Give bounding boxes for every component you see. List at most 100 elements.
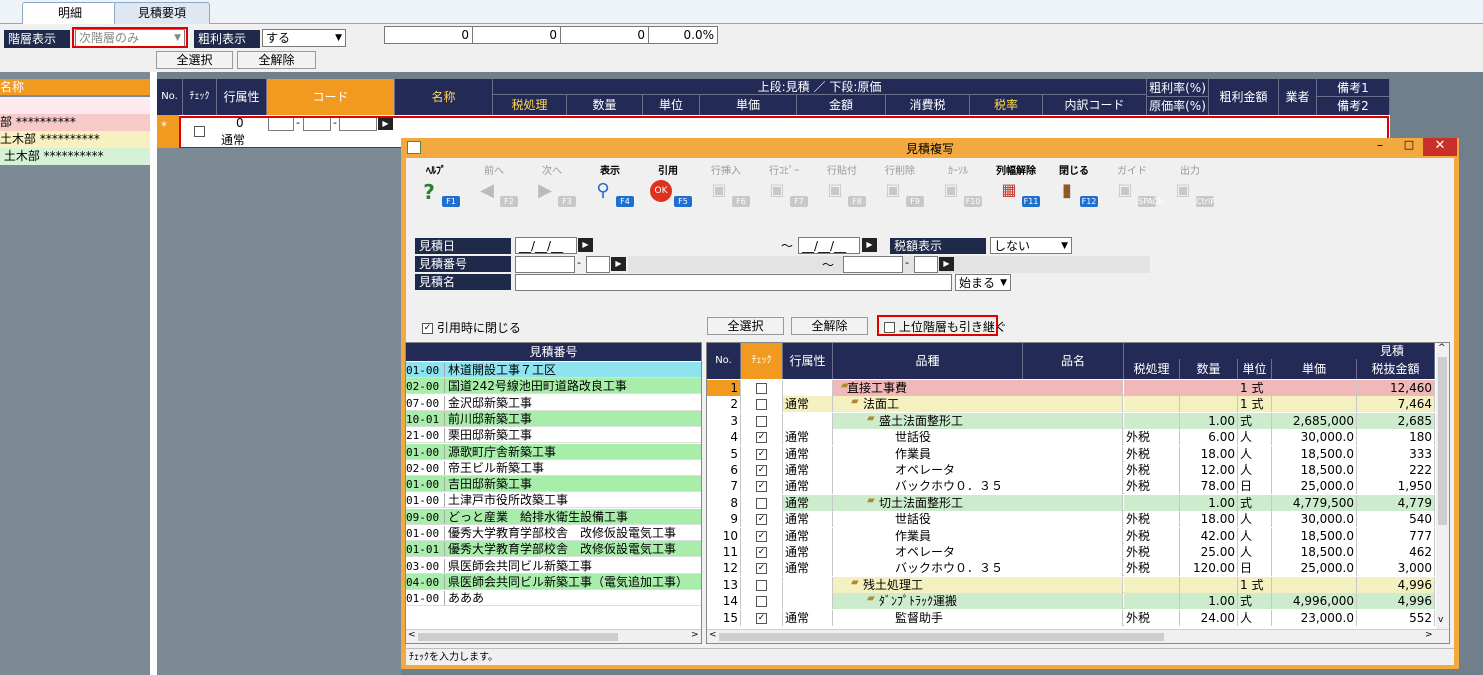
detail-row[interactable]: 5 通常 作業員 外税 18.00 人 18,500.0 333 ✓: [707, 445, 1435, 462]
toolbar-guide-button[interactable]: ガイド ▣ SPACE: [1104, 166, 1163, 210]
tab-estimate-terms[interactable]: 見積要項: [114, 2, 210, 24]
tree-item[interactable]: 部 **********: [0, 114, 150, 131]
estimate-list-item[interactable]: 01-00 あああ: [406, 590, 701, 607]
estimate-list-item[interactable]: 01-00 源歌町庁舎新築工事: [406, 443, 701, 460]
estimate-list-item[interactable]: 01-00 吉田邸新築工事: [406, 476, 701, 493]
profit-select[interactable]: する ▼: [262, 29, 346, 47]
toolbar-close-door-button[interactable]: 閉じる ▮ F12: [1046, 166, 1102, 210]
toolbar-help-button[interactable]: ﾍﾙﾌﾟ? F1: [408, 166, 464, 210]
estimate-list-item[interactable]: 09-00 どっと産業 給排水衛生設備工事: [406, 508, 701, 525]
detail-row[interactable]: 14 ﾀﾞﾝﾌﾟﾄﾗｯｸ運搬 1.00 式 4,996,000 4,996 ▰: [707, 593, 1435, 610]
date-to-field[interactable]: __/__/__: [798, 237, 860, 254]
toolbar-arrow-left-button[interactable]: 前へ ◀ F2: [466, 166, 522, 210]
minimize-icon[interactable]: –: [1365, 138, 1395, 156]
scroll-thumb[interactable]: [1438, 357, 1447, 525]
toolbar-column-width-button[interactable]: 列幅解除 ▦ F11: [988, 166, 1044, 210]
detail-row[interactable]: 6 通常 オペレータ 外税 12.00 人 18,500.0 222 ✓: [707, 462, 1435, 478]
estimate-list-hscroll[interactable]: < >: [406, 629, 701, 643]
detail-row[interactable]: 2 通常 法面工 1 式 7,464 ▰: [707, 396, 1435, 413]
detail-row[interactable]: 4 通常 世話役 外税 6.00 人 30,000.0 180 ✓: [707, 429, 1435, 446]
detail-row[interactable]: 8 通常 切土法面整形工 1.00 式 4,779,500 4,779 ▰: [707, 494, 1435, 511]
tab-detail[interactable]: 明細: [22, 2, 118, 24]
detail-checkbox[interactable]: ✓: [741, 429, 783, 446]
detail-checkbox[interactable]: [741, 494, 783, 511]
detail-row[interactable]: 15 通常 監督助手 外税 24.00 人 23,000.0 552 ✓: [707, 609, 1435, 626]
estimate-list-item[interactable]: 02-00 国道242号線池田町道路改良工事: [406, 378, 701, 395]
detail-checkbox[interactable]: ✓: [741, 527, 783, 544]
estimate-list-item[interactable]: 04-00 県医師会共同ビル新築工事（電気追加工事）: [406, 573, 701, 590]
estimate-list-item[interactable]: 10-01 前川邸新築工事: [406, 410, 701, 427]
dialog-select-all-button[interactable]: 全選択: [707, 317, 784, 335]
detail-row[interactable]: 13 残土処理工 1 式 4,996 ▰: [707, 576, 1435, 593]
detail-row[interactable]: 1 直接工事費 1 式 12,460 ▰: [707, 380, 1435, 396]
scroll-left-icon[interactable]: <: [408, 630, 416, 640]
tax-display-select[interactable]: しない ▼: [990, 237, 1072, 254]
scroll-thumb[interactable]: [418, 633, 618, 641]
detail-checkbox[interactable]: ✓: [741, 560, 783, 577]
detail-row[interactable]: 3 盛土法面整形工 1.00 式 2,685,000 2,685 ▰: [707, 412, 1435, 429]
col-code[interactable]: コード: [267, 79, 395, 115]
detail-row[interactable]: 12 通常 バックホウ０．３５ 外税 120.00 日 25,000.0 3,000 ✓: [707, 560, 1435, 577]
detail-row[interactable]: 7 通常 バックホウ０．３５ 外税 78.00 日 25,000.0 1,950 ✓: [707, 478, 1435, 495]
toolbar-ok-button[interactable]: 引用 OK F5: [640, 166, 696, 210]
detail-checkbox[interactable]: ✓: [741, 445, 783, 462]
number-from-field[interactable]: [515, 256, 575, 273]
toolbar-copy-row-button[interactable]: 行ｺﾋﾟｰ ▣ F7: [756, 166, 812, 210]
toolbar-arrow-right-button[interactable]: 次へ ▶ F3: [524, 166, 580, 210]
tree-item[interactable]: 土木部 **********: [0, 131, 150, 148]
detail-col-check[interactable]: ﾁｪｯｸ: [741, 343, 783, 379]
lookup-icon[interactable]: ▶: [939, 257, 954, 271]
toolbar-output-button[interactable]: 出力 ▣ CtrlP: [1162, 166, 1218, 210]
date-from-field[interactable]: __/__/__: [515, 237, 577, 254]
estimate-list-item[interactable]: 21-00 栗田邸新築工事: [406, 427, 701, 444]
col-name[interactable]: 名称: [395, 79, 493, 115]
scroll-right-icon[interactable]: >: [691, 630, 699, 640]
splitter[interactable]: [150, 72, 157, 675]
toolbar-insert-row-button[interactable]: 行挿入 ▣ F6: [698, 166, 754, 210]
detail-row[interactable]: 10 通常 作業員 外税 42.00 人 18,500.0 777 ✓: [707, 527, 1435, 544]
estimate-list-item[interactable]: 03-00 県医師会共同ビル新築工事: [406, 557, 701, 574]
calendar-icon[interactable]: ▶: [578, 238, 593, 252]
detail-checkbox[interactable]: ✓: [741, 478, 783, 495]
estimate-list-item[interactable]: 01-00 林道開設工事７工区: [406, 362, 701, 378]
scroll-left-icon[interactable]: <: [709, 630, 717, 640]
estimate-list-item[interactable]: 01-01 優秀大学教育学部校舎 改修仮設電気工事: [406, 541, 701, 558]
detail-checkbox[interactable]: [741, 380, 783, 396]
scroll-thumb[interactable]: [719, 633, 1164, 641]
estimate-list-item[interactable]: 01-00 優秀大学教育学部校舎 改修仮設電気工事: [406, 525, 701, 541]
name-match-select[interactable]: 始まる ▼: [955, 274, 1011, 291]
scroll-right-icon[interactable]: >: [1425, 630, 1433, 640]
detail-checkbox[interactable]: ✓: [741, 609, 783, 626]
estimate-name-field[interactable]: [515, 274, 952, 291]
detail-vscroll[interactable]: ^ v: [1436, 343, 1449, 629]
deselect-all-button[interactable]: 全解除: [237, 51, 316, 69]
estimate-list-item[interactable]: 07-00 金沢邸新築工事: [406, 394, 701, 411]
detail-hscroll[interactable]: < >: [707, 629, 1449, 643]
detail-row[interactable]: 11 通常 オペレータ 外税 25.00 人 18,500.0 462 ✓: [707, 544, 1435, 560]
dialog-deselect-all-button[interactable]: 全解除: [791, 317, 868, 335]
estimate-list-item[interactable]: 01-00 土津戸市役所改築工事: [406, 492, 701, 509]
close-on-quote-checkbox[interactable]: ✓ 引用時に閉じる: [422, 319, 521, 336]
detail-checkbox[interactable]: [741, 396, 783, 413]
tree-item[interactable]: [0, 97, 150, 114]
detail-checkbox[interactable]: [741, 593, 783, 610]
number-from-branch[interactable]: [586, 256, 610, 273]
detail-checkbox[interactable]: ✓: [741, 544, 783, 560]
close-icon[interactable]: ✕: [1423, 138, 1457, 156]
detail-checkbox[interactable]: [741, 576, 783, 593]
select-all-button[interactable]: 全選択: [156, 51, 233, 69]
toolbar-delete-row-button[interactable]: 行削除 ▣ F9: [872, 166, 928, 210]
number-to-field[interactable]: [843, 256, 903, 273]
lookup-icon[interactable]: ▶: [611, 257, 626, 271]
tree-item[interactable]: 土木部 **********: [0, 148, 150, 165]
scroll-up-icon[interactable]: ^: [1438, 343, 1446, 353]
toolbar-cursor-button[interactable]: ｶｰｿﾙ ▣ F10: [930, 166, 986, 210]
maximize-icon[interactable]: □: [1395, 138, 1423, 156]
detail-checkbox[interactable]: ✓: [741, 462, 783, 478]
detail-checkbox[interactable]: [741, 412, 783, 429]
number-to-branch[interactable]: [914, 256, 938, 273]
detail-checkbox[interactable]: ✓: [741, 511, 783, 528]
toolbar-magnifier-button[interactable]: 表示 ⚲ F4: [582, 166, 638, 210]
toolbar-paste-row-button[interactable]: 行貼付 ▣ F8: [814, 166, 870, 210]
calendar-icon[interactable]: ▶: [862, 238, 877, 252]
